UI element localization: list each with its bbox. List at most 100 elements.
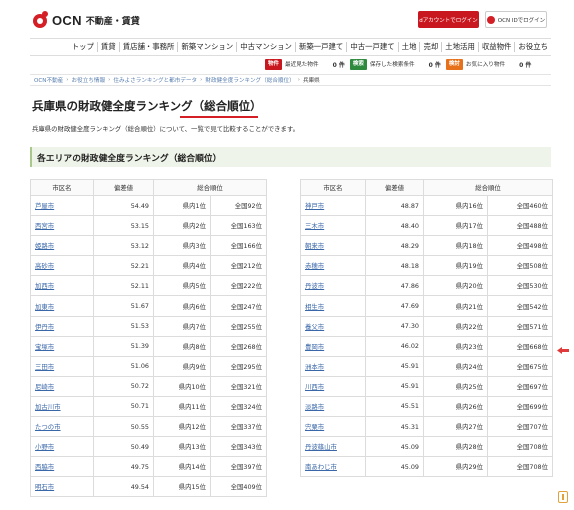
table-row: 宍粟市 45.31 県内27位 全国707位 [300,416,553,438]
national-rank: 全国397位 [210,456,267,478]
table-row: 加東市 51.67 県内6位 全国247位 [30,295,267,317]
deviation-value: 51.53 [93,315,154,337]
nav-item-land[interactable]: 土地 [399,42,421,52]
nav-item-top[interactable]: トップ [69,42,98,52]
city-link[interactable]: 朝来市 [300,235,366,257]
nav-item-useful[interactable]: お役立ち [515,42,551,52]
nav-item-land-use[interactable]: 土地活用 [442,42,479,52]
breadcrumb-item[interactable]: 財政健全度ランキング（総合順位） [205,76,294,84]
city-link[interactable]: 尼崎市 [30,375,94,397]
prefecture-rank: 県内27位 [423,416,488,438]
deviation-value: 50.71 [93,395,154,418]
city-link[interactable]: 宝塚市 [30,335,94,357]
city-link[interactable]: 洲本市 [300,355,366,377]
user-tools: 物件 最近見た物件 0 件 検索 保存した検索条件 0 件 検討 お気に入り物件… [265,58,551,70]
recent-properties-tool[interactable]: 物件 最近見た物件 0 件 [265,58,345,70]
city-link[interactable]: 川西市 [300,375,366,397]
city-link[interactable]: 宍粟市 [300,416,366,438]
deviation-value: 45.09 [365,456,424,478]
city-link[interactable]: 加東市 [30,295,94,317]
city-link[interactable]: 姫路市 [30,235,94,257]
deviation-value: 51.39 [93,335,154,357]
nav-item-used-mansion[interactable]: 中古マンション [237,42,296,52]
prefecture-rank: 県内15位 [153,476,211,498]
city-link[interactable]: 豊岡市 [300,335,366,357]
site-logo[interactable]: OCN 不動産・賃貸 [30,9,146,31]
global-nav: トップ 賃貸 賃店舗・事務所 新築マンション 中古マンション 新築一戸建て 中古… [30,38,551,56]
breadcrumb-item[interactable]: お役立ち情報 [72,76,106,84]
city-link[interactable]: 神戸市 [300,194,366,217]
prefecture-rank: 県内9位 [153,355,211,377]
city-link[interactable]: 芦屋市 [30,194,94,217]
table-row: 三木市 48.40 県内17位 全国488位 [300,215,553,237]
city-link[interactable]: 南あわじ市 [300,456,366,478]
prefecture-rank: 県内3位 [153,235,211,257]
ranking-table-left: 市区名 偏差値 総合順位 芦屋市 54.49 県内1位 全国92位 西宮市 53.15 県内… [30,179,267,498]
deviation-value: 45.91 [365,375,424,397]
table-row: 朝来市 48.29 県内18位 全国498位 [300,235,553,257]
tool-label: お気に入り物件 [465,62,506,68]
city-link[interactable]: 三木市 [300,215,366,237]
city-link[interactable]: 小野市 [30,436,94,458]
nav-item-shop-office[interactable]: 賃店舗・事務所 [120,42,179,52]
nav-item-used-house[interactable]: 中古一戸建て [347,42,399,52]
nav-item-income-property[interactable]: 収益物件 [479,42,516,52]
national-rank: 全国409位 [210,476,267,498]
breadcrumb-item[interactable]: 住みよさランキングと都市データ [113,76,197,84]
city-link[interactable]: 加西市 [30,275,94,297]
scroll-top-icon[interactable] [558,491,568,503]
table-row: 姫路市 53.12 県内3位 全国166位 [30,235,267,257]
city-link[interactable]: 淡路市 [300,395,366,418]
deviation-value: 52.11 [93,275,154,297]
deviation-value: 51.67 [93,295,154,317]
city-link[interactable]: 相生市 [300,295,366,317]
column-header-rank: 総合順位 [423,179,553,196]
national-rank: 全国675位 [487,355,553,377]
city-link[interactable]: 三田市 [30,355,94,377]
prefecture-rank: 県内6位 [153,295,211,317]
city-link[interactable]: 丹波篠山市 [300,436,366,458]
table-row: 丹波篠山市 45.09 県内28位 全国708位 [300,436,553,458]
nav-item-rent[interactable]: 賃貸 [98,42,120,52]
city-link[interactable]: 西脇市 [30,456,94,478]
city-link[interactable]: 赤穂市 [300,255,366,277]
city-link[interactable]: 丹波市 [300,275,366,297]
deviation-value: 46.02 [365,335,424,357]
national-rank: 全国324位 [210,395,267,418]
d-account-login-button[interactable]: dアカウントでログイン [418,11,479,28]
table-row: 洲本市 45.91 県内24位 全国675位 [300,355,553,377]
city-link[interactable]: 伊丹市 [30,315,94,337]
deviation-value: 49.54 [93,476,154,498]
nav-item-sell[interactable]: 売却 [420,42,443,52]
table-header-row: 市区名 偏差値 総合順位 [300,179,553,196]
city-link[interactable]: 加古川市 [30,395,94,418]
breadcrumb-item[interactable]: OCN不動産 [34,76,63,84]
city-link[interactable]: 養父市 [300,315,366,337]
city-link[interactable]: 明石市 [30,476,94,498]
national-rank: 全国337位 [210,416,267,438]
nav-item-new-house[interactable]: 新築一戸建て [296,42,348,52]
national-rank: 全国699位 [487,395,553,418]
tool-label: 最近見た物件 [285,62,319,68]
national-rank: 全国707位 [487,416,553,438]
page-title: 兵庫県の財政健全度ランキング（総合順位） [32,99,262,113]
nav-item-new-mansion[interactable]: 新築マンション [178,42,238,52]
table-row: 淡路市 45.51 県内26位 全国699位 [300,395,553,418]
city-link[interactable]: 高砂市 [30,255,94,277]
tool-tag: 物件 [265,58,283,70]
national-rank: 全国697位 [487,375,553,397]
city-link[interactable]: 西宮市 [30,215,94,237]
saved-search-tool[interactable]: 検索 保存した検索条件 0 件 [349,58,441,70]
favorites-tool[interactable]: 検討 お気に入り物件 0 件 [445,58,531,70]
deviation-value: 50.55 [93,416,154,438]
ocn-id-login-button[interactable]: OCN IDでログイン [485,11,547,28]
national-rank: 全国222位 [210,275,267,297]
national-rank: 全国460位 [487,194,553,217]
deviation-value: 53.12 [93,235,154,257]
logo-subtitle: 不動産・賃貸 [85,16,140,27]
deviation-value: 48.18 [365,255,424,277]
city-link[interactable]: たつの市 [30,416,94,438]
prefecture-rank: 県内2位 [153,215,211,237]
prefecture-rank: 県内20位 [423,275,488,297]
deviation-value: 51.06 [93,355,154,377]
